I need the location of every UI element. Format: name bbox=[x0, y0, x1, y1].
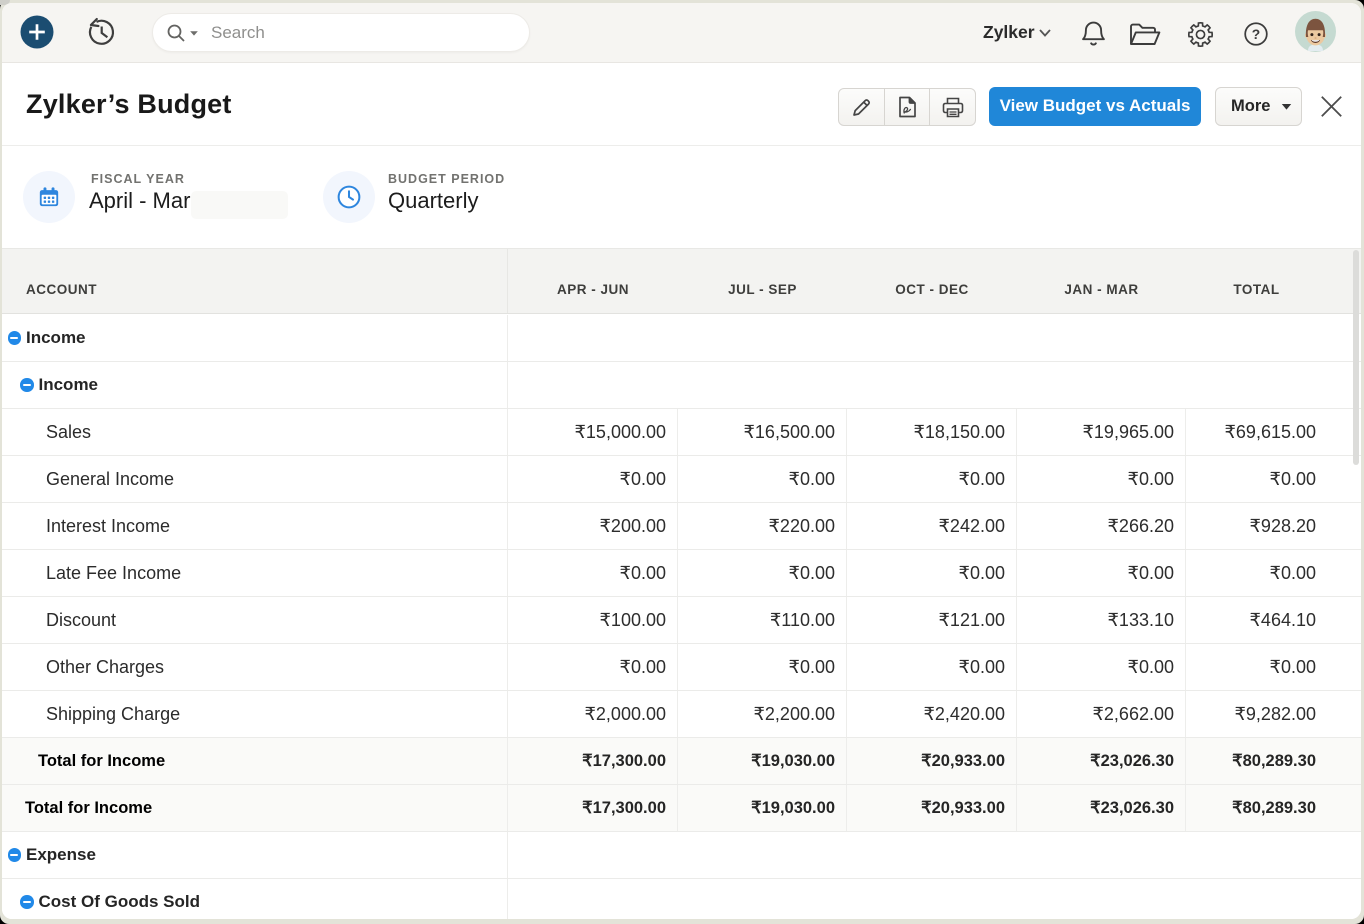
svg-text:?: ? bbox=[1252, 26, 1260, 42]
